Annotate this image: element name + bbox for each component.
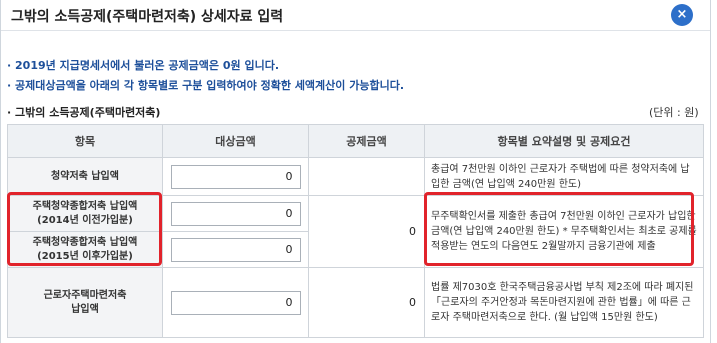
section-title: · 그밖의 소득공제(주택마련저축) — [7, 106, 161, 119]
column-header-description: 항목별 요약설명 및 공제요건 — [424, 124, 704, 158]
table-row: 청약저축 납입액 0 총급여 7천만원 이하인 근로자가 주택법에 따른 청약저… — [7, 157, 704, 196]
target-cell: 0 — [162, 195, 309, 232]
row-label-subtext: 납입액 — [71, 303, 99, 315]
deduction-detail-dialog: 그밖의 소득공제(주택마련저축) 상세자료 입력 × · 2019년 지급명세서… — [0, 0, 711, 343]
row-label: 청약저축 납입액 — [7, 157, 163, 196]
table-row: 근로자주택마련저축납입액 0 0 법률 제7030호 한국주택금융공사법 부칙 … — [7, 267, 704, 338]
deduction-amount: 0 — [308, 267, 425, 338]
target-amount-input[interactable]: 0 — [170, 201, 301, 226]
unit-label: (단위 : 원) — [649, 106, 699, 119]
target-cell: 0 — [162, 267, 309, 338]
column-header-item: 항목 — [7, 124, 163, 158]
row-label-text: 근로자주택마련저축 — [43, 289, 127, 301]
dialog-header: 그밖의 소득공제(주택마련저축) 상세자료 입력 × — [1, 0, 710, 31]
row-description: 총급여 7천만원 이하인 근로자가 주택법에 따른 청약저축에 납입한 금액(연… — [424, 157, 704, 196]
notice-loaded-amount: · 2019년 지급명세서에서 불러온 공제금액은 0원 입니다. — [7, 59, 280, 72]
target-amount-input[interactable]: 0 — [170, 164, 301, 189]
deduction-amount: 0 — [308, 195, 425, 268]
table-header-row: 항목 대상금액 공제금액 항목별 요약설명 및 공제요건 — [7, 124, 704, 158]
notice-input-instruction: · 공제대상금액을 아래의 각 항목별로 구분 입력하여야 정확한 세액계산이 … — [7, 79, 405, 92]
target-cell: 0 — [162, 231, 309, 268]
target-cell: 0 — [162, 157, 309, 196]
column-header-deduction: 공제금액 — [308, 124, 425, 158]
row-label: 근로자주택마련저축납입액 — [7, 267, 163, 338]
close-icon[interactable]: × — [671, 4, 693, 26]
dialog-title: 그밖의 소득공제(주택마련저축) 상세자료 입력 — [11, 9, 284, 25]
row-label-text: 청약저축 납입액 — [51, 170, 119, 182]
column-header-target: 대상금액 — [162, 124, 309, 158]
target-amount-input[interactable]: 0 — [170, 237, 301, 262]
row-description: 법률 제7030호 한국주택금융공사법 부칙 제2조에 따라 폐지된 「근로자의… — [424, 267, 704, 338]
highlight-box-items — [7, 192, 162, 266]
target-amount-input[interactable]: 0 — [170, 290, 301, 315]
highlight-box-description — [424, 192, 694, 266]
deduction-amount — [308, 157, 425, 196]
